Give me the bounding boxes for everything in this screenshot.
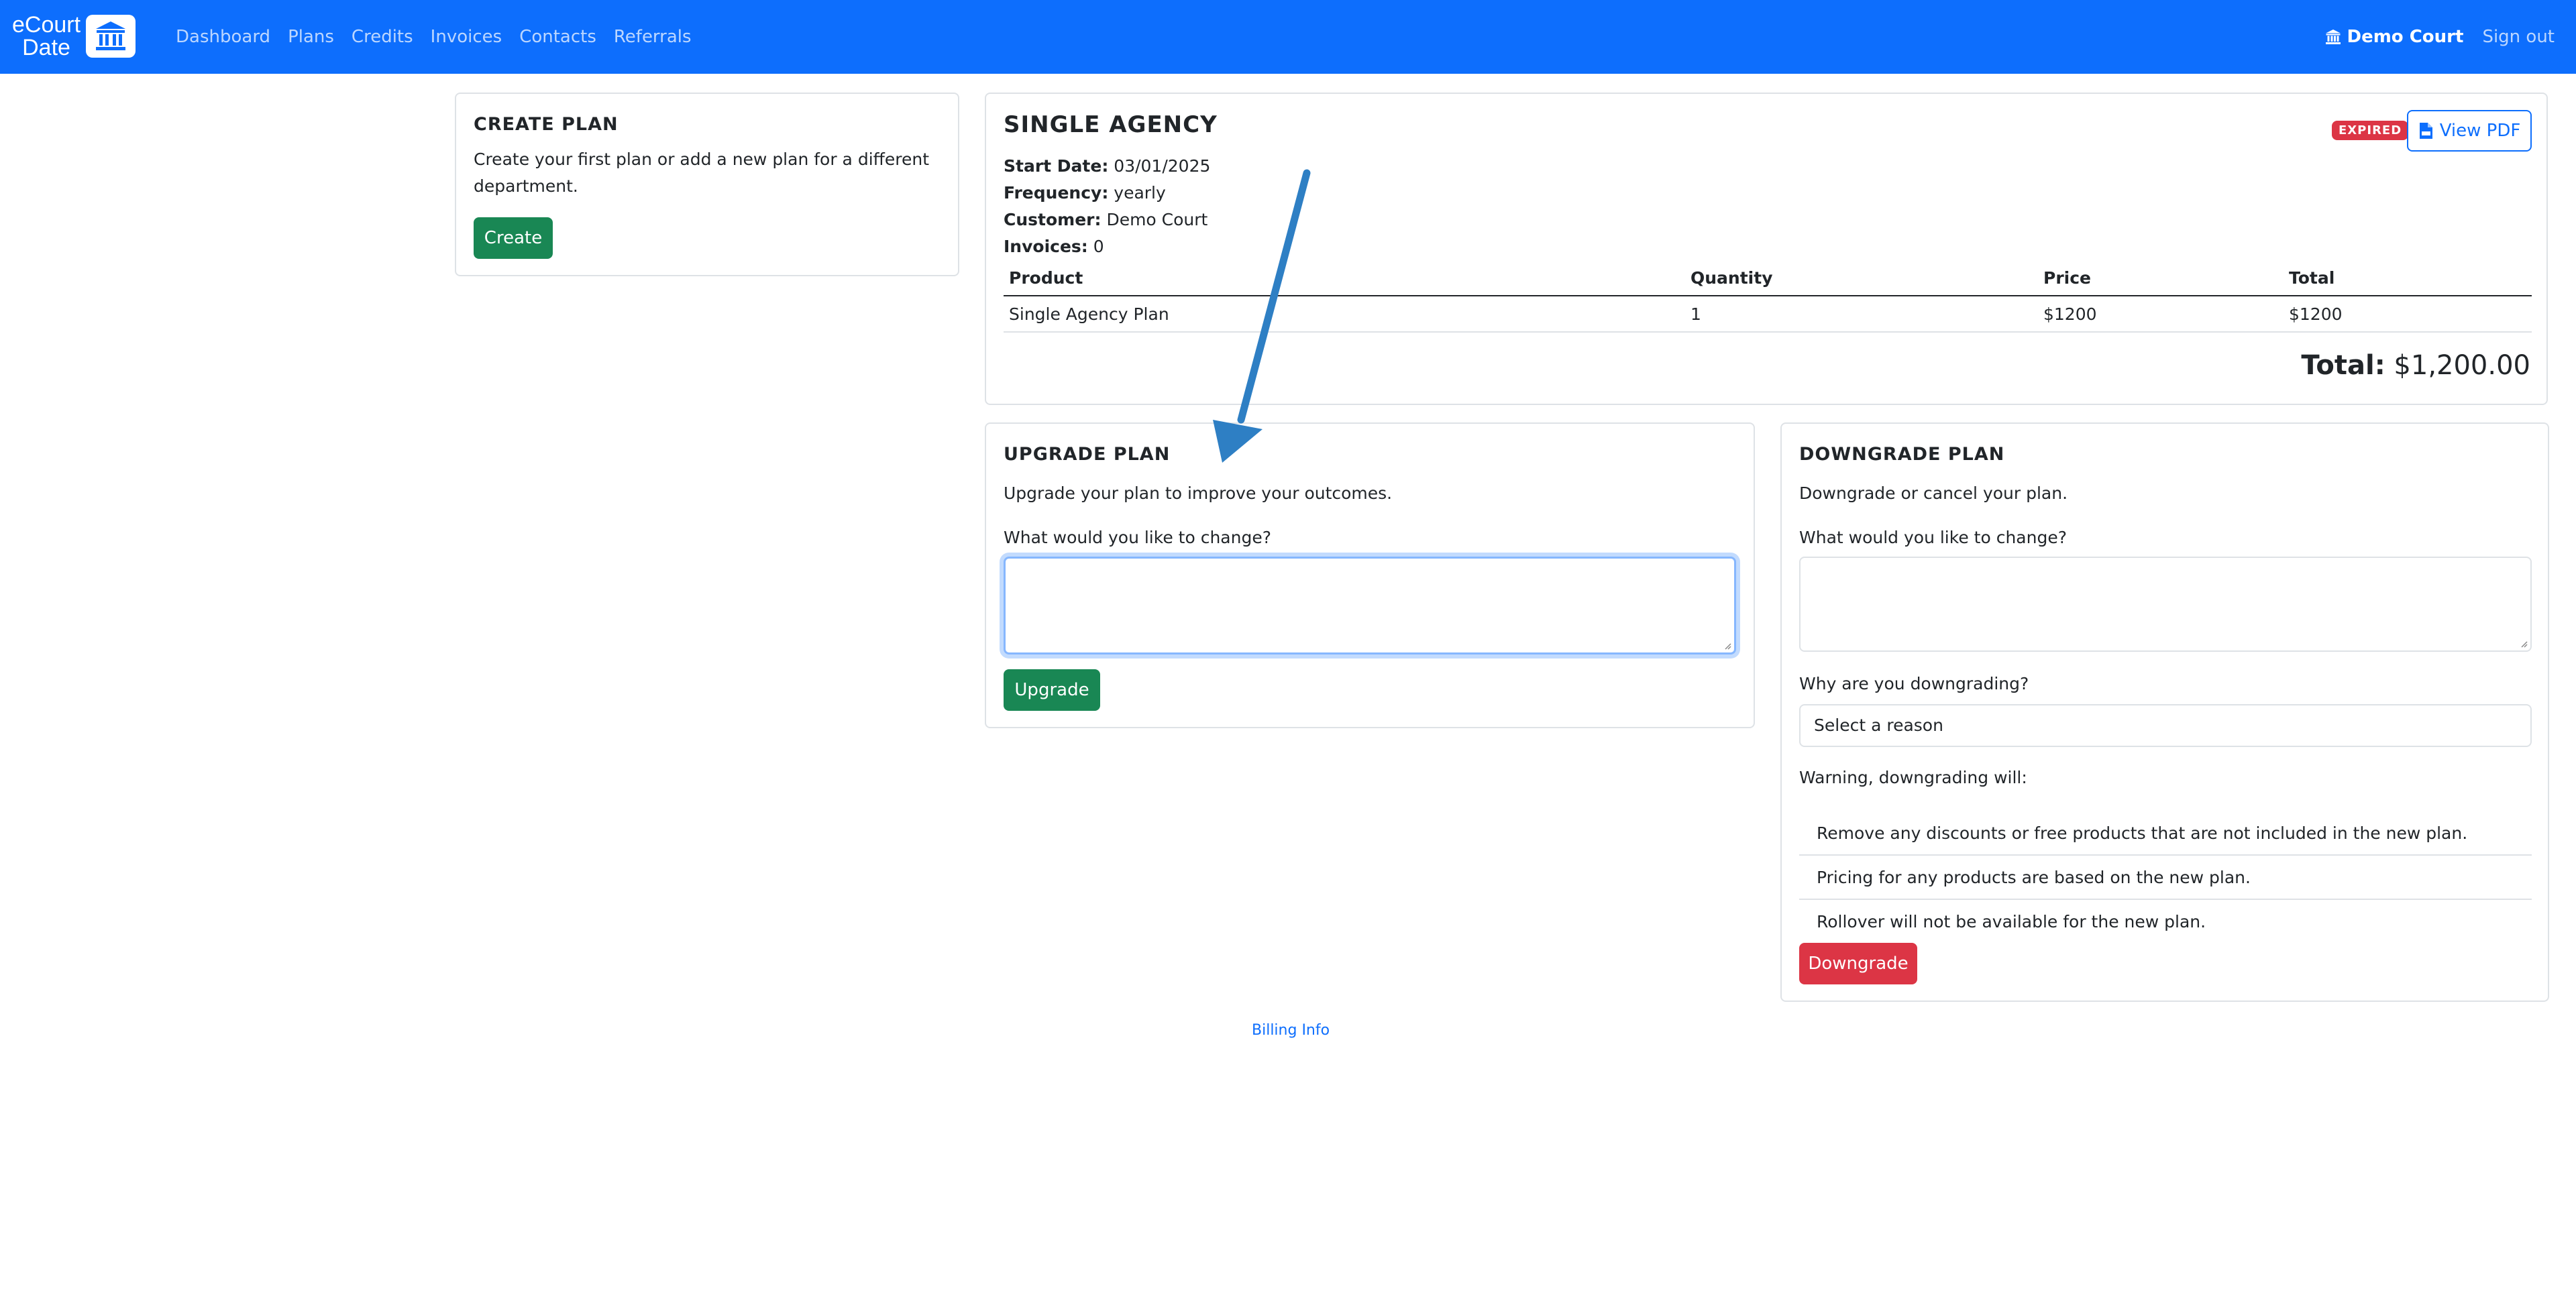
column-header: Price — [2038, 260, 2284, 296]
column-header: Quantity — [1685, 260, 2038, 296]
logo-text: eCourt Date — [12, 12, 81, 60]
nav-dashboard[interactable]: Dashboard — [176, 25, 270, 48]
downgrade-change-textarea[interactable] — [1799, 557, 2532, 652]
upgrade-plan-title: UPGRADE PLAN — [1004, 444, 1171, 465]
list-item: Rollover will not be available for the n… — [1817, 912, 2206, 931]
view-pdf-button[interactable]: View PDF — [2407, 110, 2532, 152]
downgrade-warning-list: Remove any discounts or free products th… — [1799, 811, 2532, 944]
create-button[interactable]: Create — [474, 217, 553, 259]
table-cell: $1200 — [2284, 296, 2532, 333]
plan-total: Total: $1,200.00 — [2301, 350, 2530, 381]
downgrade-plan-description: Downgrade or cancel your plan. — [1799, 483, 2068, 503]
status-badge: EXPIRED — [2332, 121, 2409, 140]
resize-handle-icon[interactable] — [1723, 642, 1731, 650]
upgrade-plan-card: UPGRADE PLAN Upgrade your plan to improv… — [985, 422, 1755, 728]
file-pdf-icon — [2419, 123, 2432, 139]
column-header: Product — [1004, 260, 1685, 296]
plan-meta: Start Date: 03/01/2025 Frequency: yearly… — [1004, 156, 1211, 256]
org-name[interactable]: Demo Court — [2324, 25, 2463, 48]
table-cell: 1 — [1685, 296, 2038, 333]
list-item: Pricing for any products are based on th… — [1799, 856, 2532, 900]
upgrade-plan-description: Upgrade your plan to improve your outcom… — [1004, 483, 1393, 503]
nav-credits[interactable]: Credits — [352, 25, 413, 48]
list-item: Remove any discounts or free products th… — [1799, 811, 2532, 856]
nav-contacts[interactable]: Contacts — [519, 25, 596, 48]
create-plan-description: Create your first plan or add a new plan… — [474, 150, 930, 196]
top-navbar: eCourt Date Dashboard Plans Credits Invo… — [0, 0, 2576, 74]
plan-products-table: Product Quantity Price Total Single Agen… — [1004, 260, 2532, 333]
sign-out-link[interactable]: Sign out — [2482, 25, 2555, 48]
upgrade-button[interactable]: Upgrade — [1004, 669, 1100, 711]
plan-details-card: SINGLE AGENCY EXPIRED View PDF Start Dat… — [985, 93, 2548, 405]
invoices-count: 0 — [1093, 237, 1104, 256]
nav-invoices[interactable]: Invoices — [431, 25, 502, 48]
downgrade-warning-label: Warning, downgrading will: — [1799, 768, 2027, 787]
main-nav: Dashboard Plans Credits Invoices Contact… — [176, 25, 709, 48]
ecourtdate-logo[interactable]: eCourt Date — [12, 13, 136, 59]
customer: Demo Court — [1106, 210, 1208, 229]
plan-title: SINGLE AGENCY — [1004, 111, 1218, 138]
downgrade-change-label: What would you like to change? — [1799, 528, 2067, 547]
nav-referrals[interactable]: Referrals — [614, 25, 692, 48]
courthouse-icon — [2325, 30, 2341, 44]
table-cell: $1200 — [2038, 296, 2284, 333]
upgrade-change-label: What would you like to change? — [1004, 528, 1271, 547]
table-header-row: Product Quantity Price Total — [1004, 260, 2532, 296]
start-date: 03/01/2025 — [1114, 156, 1211, 176]
downgrade-reason-label: Why are you downgrading? — [1799, 674, 2029, 693]
billing-info-link[interactable]: Billing Info — [1252, 1021, 1330, 1041]
courthouse-icon — [86, 15, 136, 58]
table-cell: Single Agency Plan — [1004, 296, 1685, 333]
downgrade-button[interactable]: Downgrade — [1799, 943, 1917, 984]
upgrade-change-textarea[interactable] — [1004, 557, 1736, 654]
table-row: Single Agency Plan 1 $1200 $1200 — [1004, 296, 2532, 333]
column-header: Total — [2284, 260, 2532, 296]
downgrade-plan-title: DOWNGRADE PLAN — [1799, 444, 2005, 465]
create-plan-card: CREATE PLAN Create your first plan or ad… — [455, 93, 959, 276]
frequency: yearly — [1114, 183, 1166, 203]
resize-handle-icon[interactable] — [2520, 640, 2528, 648]
downgrade-reason-select[interactable]: Select a reason — [1799, 704, 2532, 747]
create-plan-title: CREATE PLAN — [474, 114, 619, 135]
downgrade-plan-card: DOWNGRADE PLAN Downgrade or cancel your … — [1780, 422, 2549, 1002]
nav-plans[interactable]: Plans — [288, 25, 334, 48]
